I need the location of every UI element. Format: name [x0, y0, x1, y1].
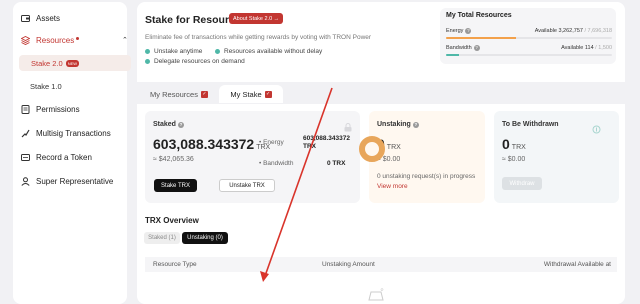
tab-my-resources[interactable]: My Resources ✓ [141, 85, 217, 103]
sidebar-item-label: Resources [36, 36, 75, 45]
column-header: Unstaking Amount [322, 261, 375, 268]
notification-dot [76, 36, 80, 40]
sidebar-item-super-rep[interactable]: Super Representative [21, 177, 113, 186]
loading-spinner-icon [359, 136, 385, 162]
withdraw-button[interactable]: Withdraw [502, 177, 542, 190]
total-resources-card: My Total Resources Energy? Available 3,2… [440, 8, 616, 64]
sidebar-item-assets[interactable]: Assets [21, 14, 60, 23]
stake-trx-button[interactable]: Stake TRX [154, 179, 197, 192]
bandwidth-staked-label: • Bandwidth [259, 160, 294, 167]
sidebar-sub-label: Stake 1.0 [30, 82, 62, 91]
bandwidth-available: 114 [584, 45, 594, 51]
feature-item: Delegate resources on demand [145, 58, 245, 65]
resources-icon [20, 35, 31, 46]
sidebar-sub-stake2[interactable]: Stake 2.0 NEW [19, 55, 131, 71]
help-icon[interactable]: ? [412, 122, 419, 128]
unstake-trx-button[interactable]: Unstake TRX [219, 179, 275, 192]
feature-label: Resources available without delay [224, 48, 323, 55]
unit-label: TRX [386, 144, 401, 151]
main-panel: Stake for Resources About Stake 2.0 → El… [137, 2, 625, 304]
sidebar-item-label: Super Representative [36, 177, 114, 186]
energy-label: Energy [446, 28, 464, 34]
sidebar: Assets Resources ⌃ Stake 2.0 NEW Stake 1… [13, 2, 131, 304]
unstaking-requests: 0 unstaking request(s) in progress [377, 173, 476, 180]
tab-badge-icon: ✓ [264, 90, 272, 98]
energy-available: 3,262,757 [558, 28, 583, 34]
feature-label: Unstake anytime [154, 48, 203, 55]
tab-badge-icon: ✓ [200, 90, 208, 98]
sidebar-item-label: Permissions [36, 105, 80, 114]
staked-card: Staked? 603,088.343372 TRX ≈ $42,065.36 •… [145, 111, 360, 203]
energy-total: 7,696,318 [587, 28, 612, 34]
help-icon[interactable]: ? [465, 28, 472, 34]
sidebar-item-resources[interactable]: Resources ⌃ [20, 35, 128, 46]
empty-state-icon [367, 288, 385, 304]
lock-icon [344, 119, 352, 137]
tab-label: My Resources [150, 89, 198, 99]
sidebar-item-label: Record a Token [36, 153, 92, 162]
table-header: Resource Type Unstaking Amount Withdrawa… [145, 257, 617, 272]
super-rep-icon [21, 177, 30, 186]
sidebar-sub-label: Stake 2.0 [31, 58, 63, 68]
staked-amount: 603,088.343372 TRX [153, 136, 271, 152]
check-icon [145, 59, 150, 64]
refresh-icon[interactable] [592, 121, 601, 139]
withdraw-amount: 0 TRX [502, 136, 526, 152]
sidebar-item-permissions[interactable]: Permissions [21, 105, 80, 114]
unit-label: TRX [511, 144, 526, 151]
permissions-icon [21, 105, 30, 114]
energy-staked-value: 603,088.343372 TRX [303, 135, 350, 150]
chevron-up-icon[interactable]: ⌃ [122, 36, 128, 44]
sidebar-item-multisig[interactable]: Multisig Transactions [21, 129, 111, 138]
page-subtitle: Eliminate fee of transactions while gett… [145, 34, 372, 41]
total-resources-title: My Total Resources [446, 12, 512, 19]
feature-item: Resources available without delay [215, 48, 322, 55]
new-badge: NEW [65, 59, 80, 67]
sidebar-item-record-token[interactable]: Record a Token [21, 153, 92, 162]
available-label: Available [534, 28, 557, 34]
multisig-icon [21, 129, 30, 138]
staked-label: Staked? [153, 121, 184, 128]
check-icon [145, 49, 150, 54]
bandwidth-progress-bar [446, 54, 612, 56]
about-stake-button[interactable]: About Stake 2.0 → [229, 13, 284, 24]
bandwidth-total: 1,500 [598, 45, 612, 51]
withdraw-label: To Be Withdrawn [502, 121, 559, 128]
sidebar-sub-stake1[interactable]: Stake 1.0 [30, 82, 62, 91]
tab-label: My Stake [230, 89, 262, 99]
unstaking-label: Unstaking? [377, 121, 419, 128]
withdraw-usd: ≈ $0.00 [502, 156, 526, 163]
filter-unstaking[interactable]: Unstaking (0) [182, 232, 228, 244]
filter-staked[interactable]: Staked (1) [144, 232, 180, 244]
staked-usd: ≈ $42,065.36 [153, 156, 194, 163]
withdraw-card: To Be Withdrawn 0 TRX ≈ $0.00 Withdraw [494, 111, 619, 203]
sidebar-item-label: Multisig Transactions [36, 129, 111, 138]
record-token-icon [21, 153, 30, 162]
wallet-icon [21, 14, 30, 23]
sidebar-item-label: Assets [36, 14, 61, 23]
check-icon [215, 49, 220, 54]
feature-item: Unstake anytime [145, 48, 202, 55]
column-header: Resource Type [153, 261, 197, 268]
energy-progress-bar [446, 37, 612, 39]
feature-label: Delegate resources on demand [154, 58, 245, 65]
tab-my-stake[interactable]: My Stake ✓ [219, 85, 283, 103]
help-icon[interactable]: ? [473, 45, 480, 51]
bandwidth-progress-fill [446, 54, 460, 56]
energy-staked-label: • Energy [259, 139, 284, 146]
view-more-link[interactable]: View more [377, 183, 408, 190]
bandwidth-staked-value: 0 TRX [327, 160, 346, 167]
bandwidth-label: Bandwidth [446, 45, 472, 51]
unstaking-card: Unstaking? 0TRX ≈ $0.00 0 unstaking requ… [369, 111, 485, 203]
available-label: Available [561, 45, 584, 51]
help-icon[interactable]: ? [177, 122, 184, 128]
overview-title: TRX Overview [145, 216, 199, 225]
column-header: Withdrawal Available at [543, 261, 611, 268]
energy-progress-fill [446, 37, 516, 39]
